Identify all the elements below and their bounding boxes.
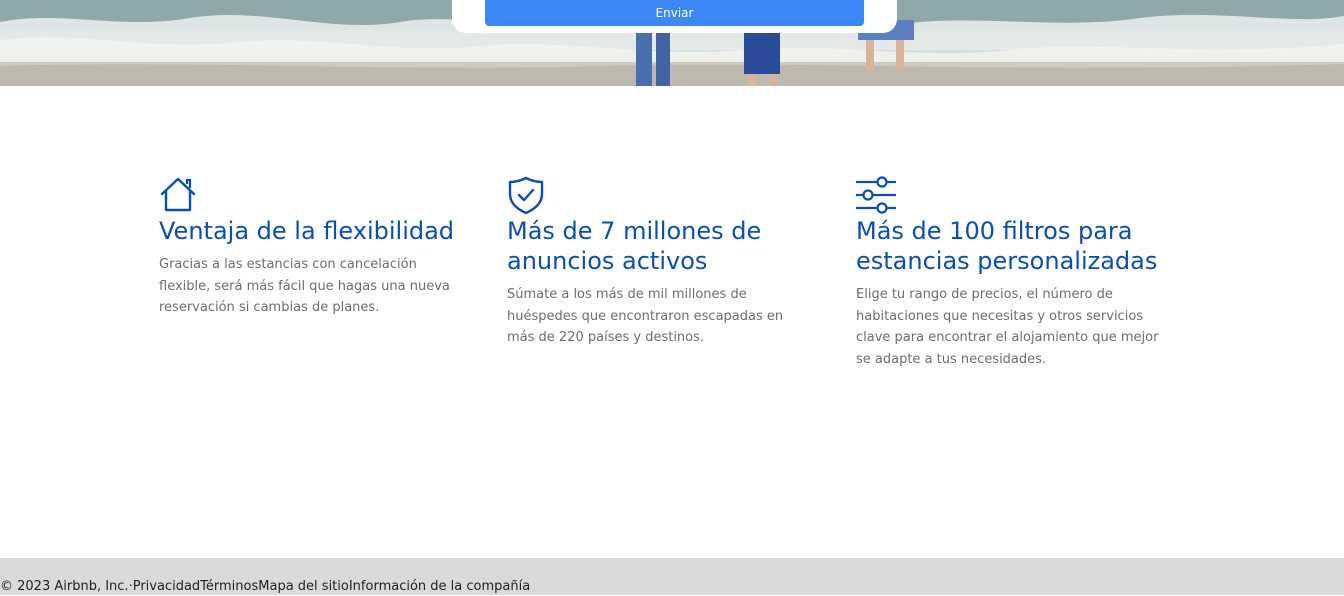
feature-description: Gracias a las estancias con cancelación …: [159, 257, 450, 315]
feature-description: Elige tu rango de precios, el número de …: [856, 287, 1159, 367]
feature-title: Más de 100 filtros para estancias person…: [856, 217, 1158, 275]
feature-flexibility: Ventaja de la flexibilidad Gracias a las…: [159, 176, 459, 319]
footer-copyright: © 2023 Airbnb, Inc.: [0, 579, 129, 594]
house-icon: [160, 177, 196, 212]
sliders-icon: [856, 176, 896, 214]
feature-filters: Más de 100 filtros para estancias person…: [856, 176, 1166, 370]
submit-button[interactable]: Enviar: [485, 0, 864, 26]
footer-link-sitemap[interactable]: Mapa del sitio: [258, 578, 349, 596]
footer-link-terms[interactable]: Términos: [200, 578, 258, 596]
footer-link-company-info[interactable]: Información de la compañía: [349, 578, 530, 596]
feature-title: Ventaja de la flexibilidad: [159, 217, 455, 245]
shield-check-icon: [508, 176, 544, 214]
footer: © 2023 Airbnb, Inc. · Privacidad Término…: [0, 558, 1344, 595]
footer-links: © 2023 Airbnb, Inc. · Privacidad Término…: [0, 578, 530, 596]
feature-active-listings: Más de 7 millones de anuncios activos Sú…: [507, 176, 807, 349]
footer-link-privacy[interactable]: Privacidad: [133, 578, 200, 596]
feature-description: Súmate a los más de mil millones de hués…: [507, 287, 784, 345]
feature-title: Más de 7 millones de anuncios activos: [507, 217, 762, 275]
